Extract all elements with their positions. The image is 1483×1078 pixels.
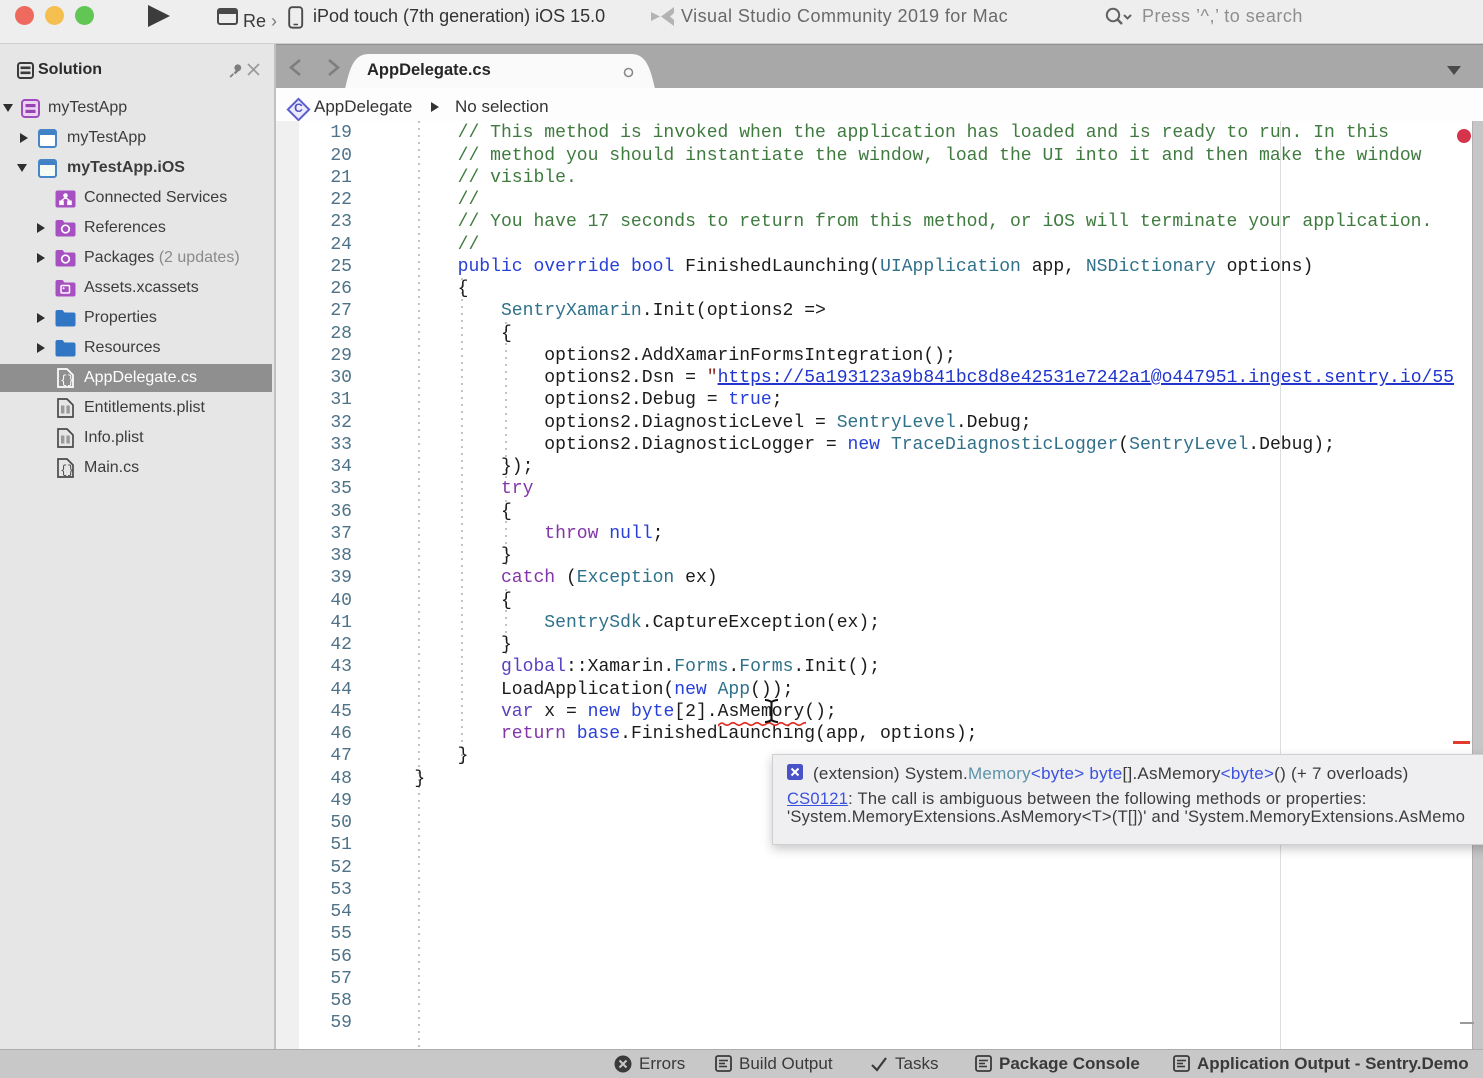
svg-text:{}: {} (60, 375, 74, 388)
svg-text:{}: {} (60, 465, 74, 478)
